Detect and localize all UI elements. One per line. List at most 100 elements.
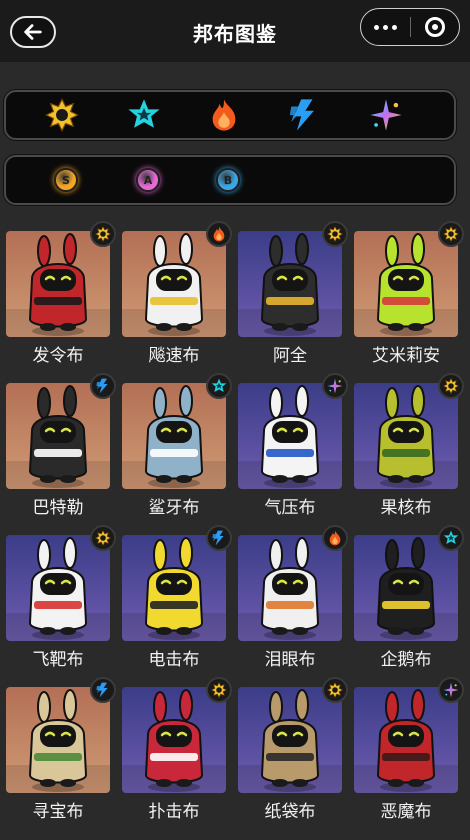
bangboo-name[interactable]: 飚速布 — [116, 341, 232, 366]
sparkle-icon — [370, 99, 402, 131]
bangboo-name[interactable]: 纸袋布 — [232, 797, 348, 822]
bangboo-card[interactable] — [238, 687, 342, 793]
bangboo-card[interactable] — [6, 231, 110, 337]
bangboo-portrait — [144, 385, 204, 488]
sun-element-badge — [322, 221, 348, 247]
bangboo-name[interactable]: 阿全 — [232, 341, 348, 366]
sun-icon — [95, 226, 111, 242]
more-dot-icon — [392, 24, 397, 30]
star-icon — [443, 530, 459, 544]
bangboo-card[interactable] — [354, 535, 458, 641]
more-menu-button[interactable] — [361, 9, 410, 45]
bangboo-portrait — [28, 233, 88, 336]
bangboo-card[interactable] — [354, 231, 458, 337]
bangboo-portrait — [260, 385, 320, 488]
bangboo-name[interactable]: 发令布 — [0, 341, 116, 366]
more-dot-icon — [383, 24, 388, 30]
bangboo-name[interactable]: 巴特勒 — [0, 493, 116, 518]
sun-icon — [327, 682, 343, 698]
lightning-icon — [289, 99, 314, 131]
bangboo-name[interactable]: 寻宝布 — [0, 797, 116, 822]
grade-s-filter-button[interactable]: S — [54, 168, 78, 192]
bangboo-portrait — [144, 689, 204, 792]
target-icon — [424, 17, 445, 37]
bangboo-name[interactable]: 泪眼布 — [232, 645, 348, 670]
sparkle-icon — [327, 378, 343, 394]
lightning-element-badge — [90, 373, 116, 399]
lightning-icon — [96, 682, 108, 698]
bangboo-name[interactable]: 电击布 — [116, 645, 232, 670]
sparkle-icon — [443, 682, 459, 698]
grade-filter-bar: SAB — [4, 155, 456, 205]
lightning-icon — [96, 378, 108, 394]
sparkle-element-badge — [322, 373, 348, 399]
fire-icon — [213, 226, 225, 242]
bangboo-card[interactable] — [354, 687, 458, 793]
bangboo-card[interactable] — [238, 535, 342, 641]
bangboo-name[interactable]: 恶魔布 — [348, 797, 464, 822]
fire-element-badge — [206, 221, 232, 247]
sun-icon — [211, 682, 227, 698]
sparkle-element-badge — [438, 677, 464, 703]
bangboo-portrait — [28, 385, 88, 488]
sun-icon — [443, 378, 459, 394]
bangboo-portrait — [28, 689, 88, 792]
sun-icon — [95, 530, 111, 546]
bangboo-card[interactable] — [238, 231, 342, 337]
sun-element-badge — [322, 677, 348, 703]
star-element-badge — [438, 525, 464, 551]
sun-element-badge — [206, 677, 232, 703]
bangboo-name[interactable]: 扑击布 — [116, 797, 232, 822]
mini-program-capsule — [360, 8, 460, 46]
sun-icon — [327, 226, 343, 242]
top-bar: 邦布图鉴 — [0, 0, 470, 62]
element-filter-bar — [4, 90, 456, 140]
star-icon — [211, 378, 227, 392]
sun-element-badge — [438, 221, 464, 247]
bangboo-card[interactable] — [6, 687, 110, 793]
bangboo-card[interactable] — [6, 383, 110, 489]
bangboo-card[interactable] — [122, 535, 226, 641]
bangboo-name[interactable]: 飞靶布 — [0, 645, 116, 670]
grade-b-filter-button[interactable]: B — [216, 168, 240, 192]
lightning-element-badge — [206, 525, 232, 551]
sun-icon — [443, 226, 459, 242]
more-dot-icon — [374, 24, 379, 30]
bangboo-portrait — [144, 537, 204, 640]
grade-s-icon: S — [54, 168, 78, 192]
sparkle-filter-button[interactable] — [369, 98, 403, 132]
bangboo-portrait — [260, 233, 320, 336]
close-mini-program-button[interactable] — [411, 9, 459, 45]
bangboo-card[interactable] — [238, 383, 342, 489]
lightning-icon — [212, 530, 224, 546]
bangboo-card[interactable] — [6, 535, 110, 641]
lightning-element-badge — [90, 677, 116, 703]
sun-filter-button[interactable] — [45, 98, 79, 132]
bangboo-portrait — [260, 689, 320, 792]
bangboo-name[interactable]: 艾米莉安 — [348, 341, 464, 366]
bangboo-name[interactable]: 气压布 — [232, 493, 348, 518]
sun-icon — [45, 98, 79, 132]
bangboo-card[interactable] — [122, 231, 226, 337]
fire-icon — [329, 530, 341, 546]
fire-icon — [212, 99, 236, 131]
bangboo-card[interactable] — [122, 383, 226, 489]
bangboo-name[interactable]: 企鹅布 — [348, 645, 464, 670]
fire-element-badge — [322, 525, 348, 551]
bangboo-name[interactable]: 鲨牙布 — [116, 493, 232, 518]
fire-filter-button[interactable] — [207, 98, 241, 132]
sun-element-badge — [90, 525, 116, 551]
grade-a-filter-button[interactable]: A — [136, 168, 160, 192]
star-icon — [128, 99, 160, 128]
bangboo-portrait — [376, 537, 436, 640]
bangboo-card[interactable] — [354, 383, 458, 489]
bangboo-portrait — [260, 537, 320, 640]
grade-a-icon: A — [136, 168, 160, 192]
star-filter-button[interactable] — [127, 98, 161, 132]
grade-b-icon: B — [216, 168, 240, 192]
lightning-filter-button[interactable] — [287, 98, 321, 132]
bangboo-portrait — [28, 537, 88, 640]
bangboo-card[interactable] — [122, 687, 226, 793]
bangboo-name[interactable]: 果核布 — [348, 493, 464, 518]
bangboo-portrait — [376, 689, 436, 792]
